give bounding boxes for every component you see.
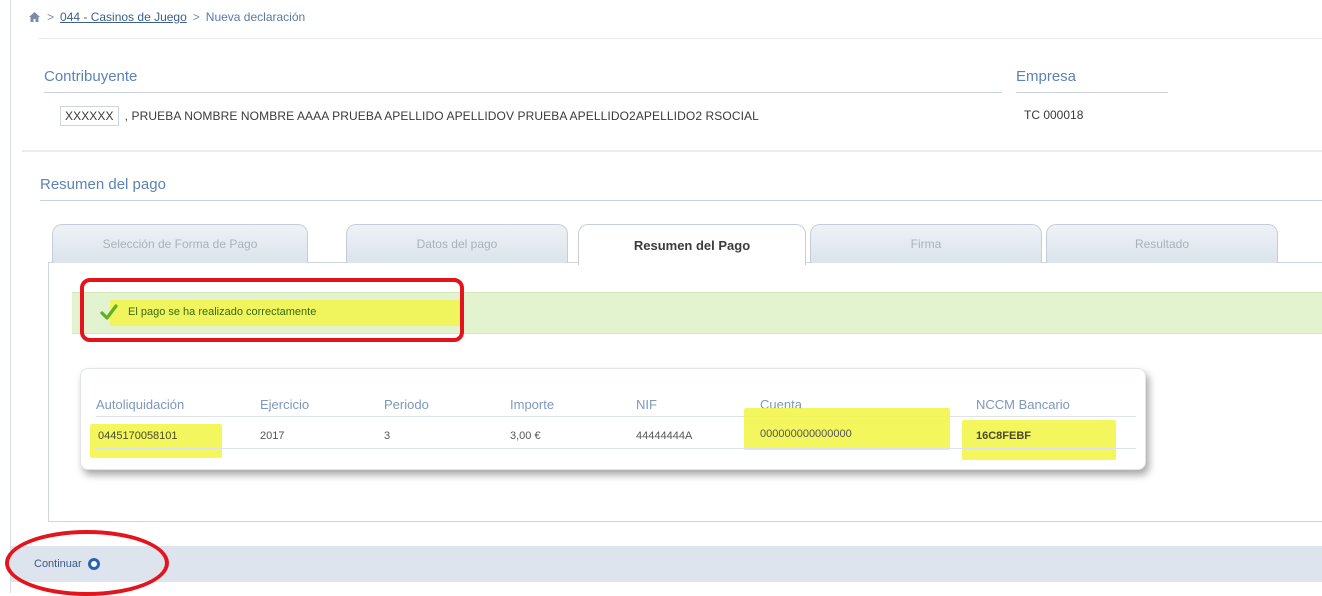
annotation-box	[80, 278, 464, 342]
divider	[1016, 92, 1168, 93]
tab-datos-pago[interactable]: Datos del pago	[346, 224, 568, 263]
tab-resultado[interactable]: Resultado	[1046, 224, 1278, 263]
divider	[44, 92, 1002, 93]
divider	[40, 200, 1322, 201]
column-header-periodo: Periodo	[384, 397, 429, 412]
action-bar	[11, 546, 1322, 582]
section-title: Resumen del pago	[40, 176, 166, 193]
breadcrumb-link-casinos[interactable]: 044 - Casinos de Juego	[60, 10, 187, 24]
contribuyente-name: , PRUEBA NOMBRE NOMBRE AAAA PRUEBA APELL…	[124, 109, 759, 123]
cell-nif: 44444444A	[636, 430, 693, 442]
column-header-nccm: NCCM Bancario	[976, 397, 1070, 412]
empresa-value: TC 000018	[1024, 108, 1084, 122]
divider	[96, 416, 1136, 417]
cell-importe: 3,00 €	[510, 430, 541, 442]
cell-periodo: 3	[384, 430, 391, 442]
column-header-autoliquidacion: Autoliquidación	[96, 397, 185, 412]
breadcrumb-separator: >	[192, 10, 200, 24]
divider	[38, 38, 1322, 39]
cell-ejercicio: 2017	[260, 430, 285, 442]
tab-resumen-pago[interactable]: Resumen del Pago	[578, 224, 806, 265]
tab-seleccion-forma-pago[interactable]: Selección de Forma de Pago	[52, 224, 308, 263]
left-border	[10, 0, 11, 593]
breadcrumb-current: Nueva declaración	[205, 10, 306, 24]
tab-bar: Selección de Forma de Pago Datos del pag…	[48, 224, 1322, 265]
breadcrumb-separator: >	[47, 10, 55, 24]
contribuyente-label: Contribuyente	[44, 68, 138, 85]
divider	[96, 448, 1136, 449]
home-icon[interactable]	[28, 11, 41, 23]
column-header-importe: Importe	[510, 397, 555, 412]
section-divider	[22, 150, 1322, 152]
breadcrumb: > 044 - Casinos de Juego > Nueva declara…	[28, 10, 305, 24]
column-header-nif: NIF	[636, 397, 657, 412]
cell-cuenta: 000000000000000	[760, 428, 852, 440]
cell-autoliquidacion: 0445170058101	[98, 430, 178, 442]
contribuyente-value: XXXXXX , PRUEBA NOMBRE NOMBRE AAAA PRUEB…	[60, 106, 759, 126]
annotation-oval	[5, 530, 169, 596]
contribuyente-id: XXXXXX	[60, 106, 119, 126]
cell-nccm: 16C8FEBF	[976, 430, 1032, 442]
tab-firma[interactable]: Firma	[810, 224, 1042, 263]
empresa-label: Empresa	[1016, 68, 1077, 85]
column-header-ejercicio: Ejercicio	[260, 397, 310, 412]
